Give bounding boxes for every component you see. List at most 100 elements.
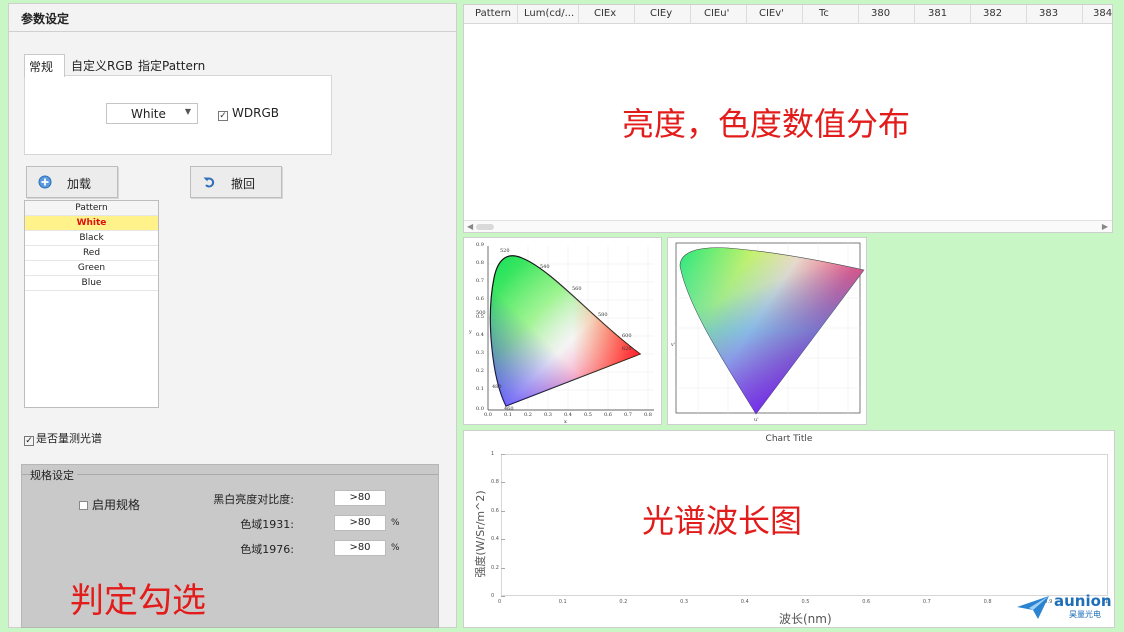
panel-title: 参数设定 [21,12,70,26]
undo-button[interactable]: 撤回 [190,166,282,198]
y-tick-mark [501,454,505,455]
load-button[interactable]: 加载 [26,166,118,198]
measure-spectrum-label: 是否量测光谱 [36,432,102,445]
list-item[interactable]: Green [25,261,158,276]
wavelength-label: 620 [622,346,632,352]
checkbox-unchecked-icon [79,501,88,510]
x-tick: 0.4 [740,599,749,605]
wavelength-label: 540 [540,264,550,270]
y-tick: 0.4 [476,332,484,338]
plus-circle-icon [38,175,52,189]
y-tick: 0.8 [476,260,484,266]
percent-unit: % [391,518,400,528]
y-axis-label: y [468,329,472,335]
list-item[interactable]: Red [25,246,158,261]
gamut-1976-input[interactable]: >80 [334,540,386,556]
x-tick: 0.5 [801,599,810,605]
y-tick: 0 [491,593,495,599]
y-tick: 0.7 [476,278,484,284]
y-tick: 0.6 [491,507,499,514]
pattern-list-header: Pattern [25,201,158,216]
color-select-value: White [131,107,166,121]
y-tick: 0.8 [491,479,499,486]
column-header[interactable]: 382 [983,8,1002,19]
tab-custom-rgb[interactable]: 自定义RGB [67,54,137,76]
column-header[interactable]: 380 [871,8,890,19]
scroll-right-icon[interactable]: ▶ [1102,222,1108,231]
measure-spectrum-checkbox[interactable]: ✓ 是否量测光谱 [24,430,102,446]
gamut-1976-label: 色域1976: [240,543,294,556]
y-tick-mark [501,567,505,569]
column-header[interactable]: 383 [1039,8,1058,19]
column-header[interactable]: CIEx [594,8,616,19]
list-item[interactable]: Blue [25,276,158,291]
x-tick: 0.0 [484,412,492,418]
list-item[interactable]: White [25,216,158,231]
spec-settings-group: 规格设定 启用规格 黑白亮度对比度: >80 色域1931: >80 % 色域1… [21,464,439,628]
x-tick: 0.2 [619,599,628,605]
color-select[interactable]: White ▼ [106,103,198,124]
percent-unit: % [391,543,400,553]
wavelength-label: 600 [622,333,632,339]
x-tick: 0.1 [558,599,567,605]
horizontal-scrollbar[interactable]: ◀ ▶ [464,220,1112,232]
measurement-table[interactable]: Pattern Lum(cd/... CIEx CIEy CIEu' CIEv'… [463,4,1113,233]
y-tick: 0.3 [476,350,484,356]
y-tick: 0.2 [491,564,499,571]
column-header[interactable]: CIEu' [704,8,729,19]
tab-content: White ▼ ✓ WDRGB [24,75,332,155]
checkbox-checked-icon: ✓ [218,111,228,121]
y-tick: 0.9 [476,242,484,248]
divider [22,474,438,475]
annotation-spectrum: 光谱波长图 [642,502,803,540]
undo-label: 撤回 [231,177,256,191]
contrast-input[interactable]: >80 [334,490,386,506]
scrollbar-thumb[interactable] [476,224,494,230]
column-header[interactable]: Tc [819,8,829,19]
column-header[interactable]: Lum(cd/... [524,8,574,19]
column-header[interactable]: CIEy [650,8,672,19]
y-tick: 0.4 [491,536,499,543]
x-tick: 0.6 [604,412,612,418]
brand-logo: aunion 昊量光电 [1016,592,1114,624]
y-axis-label: v' [670,342,675,348]
x-tick: 0.3 [544,412,552,418]
y-tick-mark [501,539,505,541]
x-tick: 0.3 [680,599,689,605]
list-item[interactable]: Black [25,231,158,246]
enable-spec-checkbox[interactable]: 启用规格 [79,496,140,513]
undo-icon [203,177,215,188]
wavelength-label: 500 [476,310,486,316]
annotation-judge-select: 判定勾选 [70,581,206,621]
x-tick: 0.7 [922,599,931,605]
logo-name: aunion [1054,592,1112,610]
chart-title: Chart Title [765,434,813,444]
wdrgb-checkbox[interactable]: ✓ WDRGB [218,106,279,121]
column-header[interactable]: CIEv' [759,8,784,19]
pattern-list[interactable]: Pattern White Black Red Green Blue [24,200,159,408]
wavelength-label: 460 [504,406,514,412]
plot-area [501,454,1108,596]
wavelength-label: 480 [492,384,502,390]
column-header[interactable]: 381 [928,8,947,19]
x-axis-label: x [564,419,567,424]
gamut-1931-input[interactable]: >80 [334,515,386,531]
spec-group-title: 规格设定 [30,467,77,483]
contrast-label: 黑白亮度对比度: [213,493,294,506]
x-tick: 0.7 [624,412,632,418]
x-axis-label: u' [754,417,759,423]
scroll-left-icon[interactable]: ◀ [467,222,473,231]
tab-normal[interactable]: 常规 [24,54,65,77]
y-axis-label: 强度(W/Sr/m^2) [474,490,487,578]
column-header[interactable]: 384 [1093,8,1112,19]
divider [9,31,456,32]
wavelength-label: 560 [572,286,582,292]
table-header: Pattern Lum(cd/... CIEx CIEy CIEu' CIEv'… [464,5,1112,24]
paper-plane-icon [1017,596,1049,619]
annotation-luminance-chromaticity: 亮度，色度数值分布 [622,105,911,143]
column-header[interactable]: Pattern [475,8,511,19]
checkbox-checked-icon: ✓ [24,436,34,446]
x-tick: 0.4 [564,412,572,418]
x-tick: 0.6 [862,599,871,605]
tab-specify-pattern[interactable]: 指定Pattern [134,54,209,76]
